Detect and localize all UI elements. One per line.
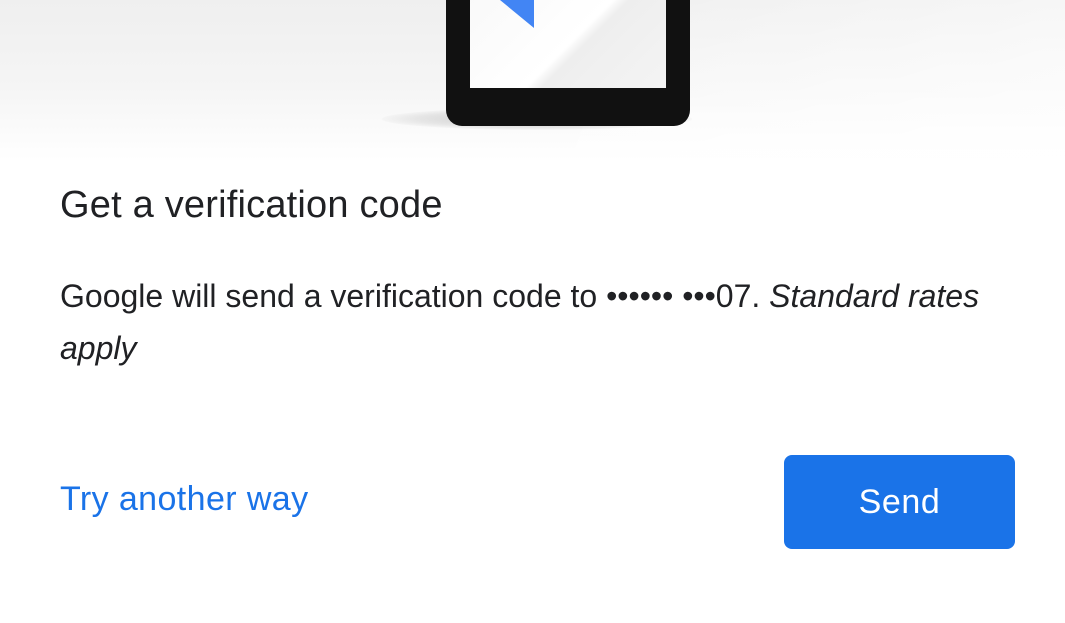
message-arrow-icon [500,0,534,28]
message-text: Google will send a verification code to … [60,278,761,314]
try-another-way-link[interactable]: Try another way [60,480,309,519]
send-button[interactable]: Send [784,455,1015,549]
hero-illustration [0,0,1065,160]
phone-message-illustration-icon [446,0,690,126]
verification-page: Get a verification code Google will send… [0,0,1065,623]
verification-message: Google will send a verification code to … [60,270,1030,374]
device-screen [470,0,666,88]
page-title: Get a verification code [60,184,443,226]
